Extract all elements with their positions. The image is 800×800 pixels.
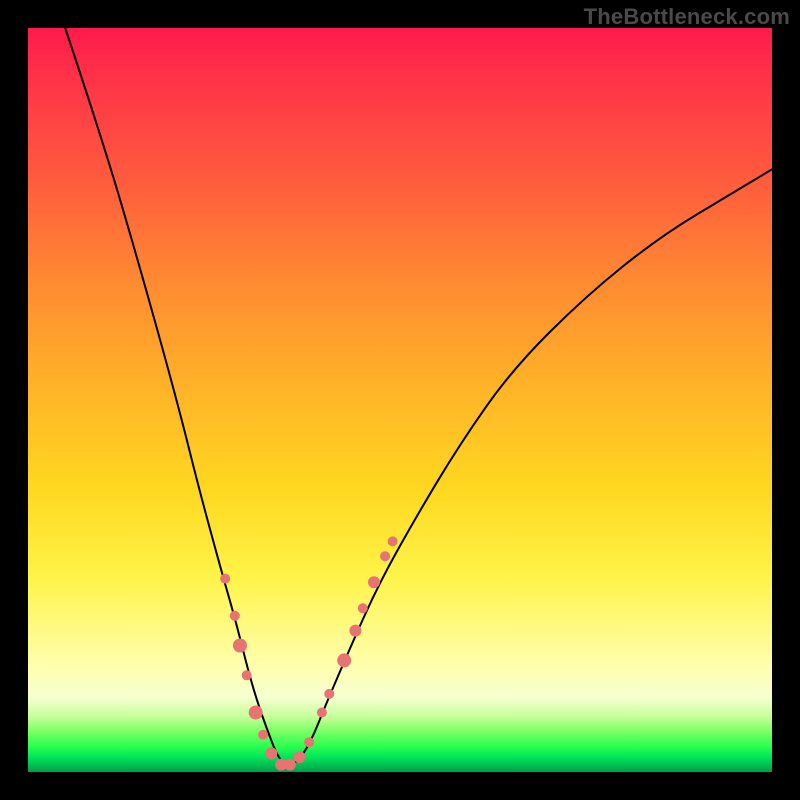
marker-group xyxy=(220,536,397,770)
curve-marker xyxy=(242,670,252,680)
curve-marker xyxy=(317,708,327,718)
watermark-text: TheBottleneck.com xyxy=(584,4,790,30)
plot-area xyxy=(28,28,772,772)
curve-svg xyxy=(28,28,772,772)
curve-marker xyxy=(220,574,230,584)
bottleneck-curve xyxy=(65,28,772,765)
curve-marker xyxy=(368,576,380,588)
curve-marker xyxy=(233,639,247,653)
curve-marker xyxy=(388,536,398,546)
curve-marker xyxy=(230,611,240,621)
curve-marker xyxy=(380,551,390,561)
curve-marker xyxy=(358,603,368,613)
curve-marker xyxy=(284,759,296,771)
curve-marker xyxy=(324,689,334,699)
curve-marker xyxy=(349,625,361,637)
chart-frame: TheBottleneck.com xyxy=(0,0,800,800)
curve-marker xyxy=(337,653,351,667)
curve-marker xyxy=(258,730,268,740)
curve-marker xyxy=(294,751,306,763)
curve-marker xyxy=(304,737,314,747)
curve-marker xyxy=(265,747,277,759)
curve-marker xyxy=(249,706,263,720)
